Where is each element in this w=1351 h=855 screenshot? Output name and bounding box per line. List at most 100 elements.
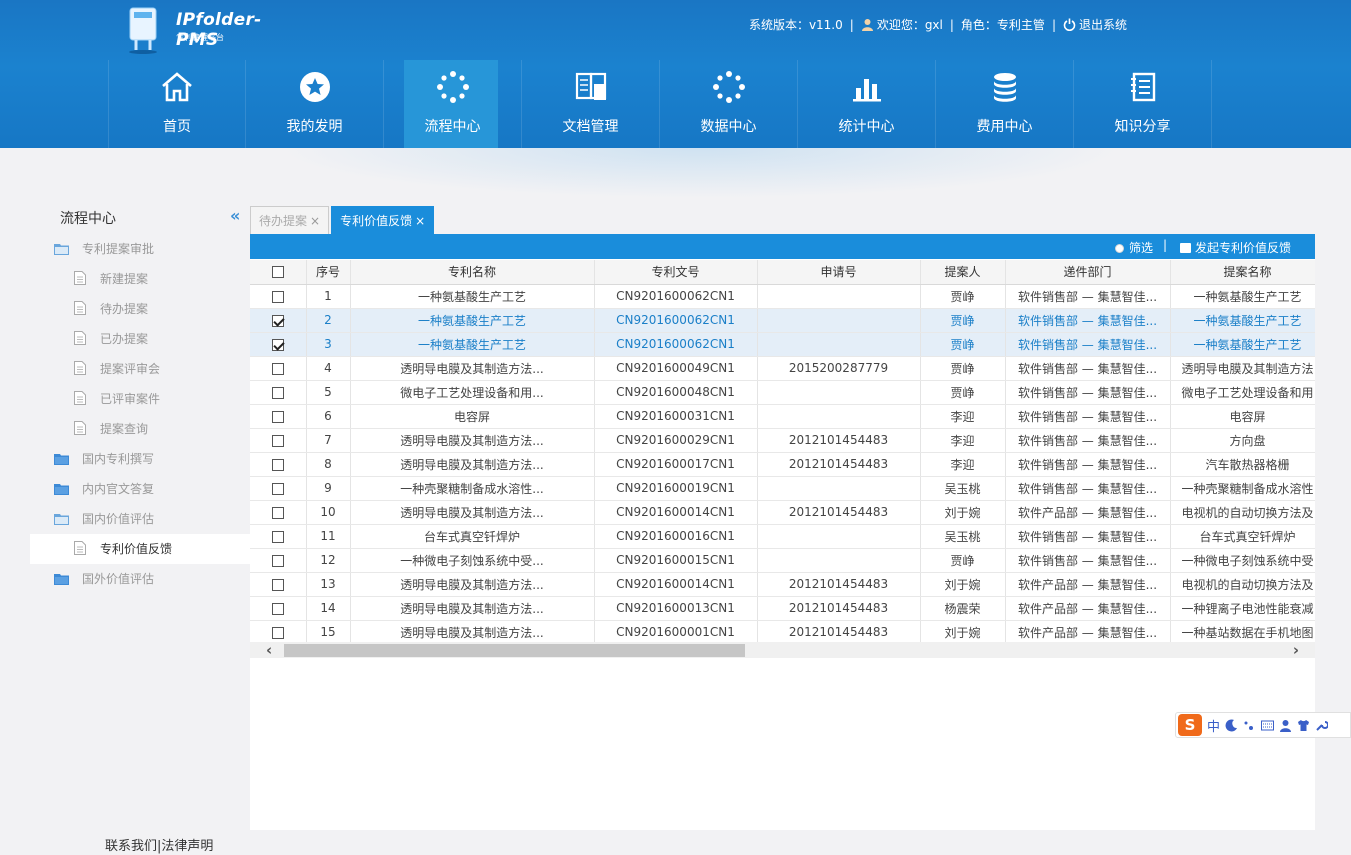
nav-home[interactable]: 首页 [108, 60, 246, 148]
ime-mode[interactable]: 中 [1207, 716, 1220, 735]
scroll-left-arrow[interactable]: ‹ [266, 641, 272, 659]
nav-document-management[interactable]: 文档管理 [522, 60, 660, 148]
punctuation-icon[interactable] [1243, 719, 1256, 732]
row-checkbox[interactable] [271, 338, 284, 351]
column-header[interactable]: 申请号 [757, 260, 921, 285]
column-header[interactable]: 提案名称 [1170, 260, 1315, 285]
table-row[interactable]: 15 透明导电膜及其制造方法... CN9201600001CN1 201210145… [250, 620, 1315, 645]
select-all-checkbox[interactable] [271, 266, 284, 279]
row-checkbox[interactable] [271, 386, 284, 399]
nav-my-inventions[interactable]: 我的发明 [246, 60, 384, 148]
sidebar-item[interactable]: 国内价值评估 [30, 504, 250, 534]
row-select-cell[interactable] [250, 596, 307, 621]
user-icon[interactable] [1279, 719, 1292, 732]
row-checkbox[interactable] [271, 482, 284, 495]
table-row[interactable]: 10 透明导电膜及其制造方法... CN9201600014CN1 201210145… [250, 500, 1315, 525]
row-select-cell[interactable] [250, 572, 307, 597]
logout-link[interactable]: 退出系统 [1079, 16, 1127, 33]
row-checkbox[interactable] [271, 578, 284, 591]
close-icon[interactable]: × [415, 214, 425, 228]
column-header[interactable]: 递件部门 [1005, 260, 1171, 285]
row-select-cell[interactable] [250, 476, 307, 501]
row-checkbox[interactable] [271, 458, 284, 471]
table-row[interactable]: 14 透明导电膜及其制造方法... CN9201600013CN1 201210145… [250, 596, 1315, 621]
row-select-cell[interactable] [250, 500, 307, 525]
table-row[interactable]: 5 微电子工艺处理设备和用... CN9201600048CN1 贾峥 软件销售部 — … [250, 380, 1315, 405]
row-checkbox[interactable] [271, 314, 284, 327]
row-checkbox[interactable] [271, 626, 284, 639]
tab-pending-proposals[interactable]: 待办提案 × [250, 206, 330, 234]
collapse-sidebar-button[interactable]: « [230, 206, 240, 225]
table-row[interactable]: 12 一种微电子刻蚀系统中受... CN9201600015CN1 贾峥 软件销售部 —… [250, 548, 1315, 573]
table-row[interactable]: 4 透明导电膜及其制造方法... CN9201600049CN1 2015200287… [250, 356, 1315, 381]
nav-process-center[interactable]: 流程中心 [384, 60, 522, 148]
sidebar-item[interactable]: 待办提案 [30, 294, 250, 324]
table-row[interactable]: 3 一种氨基酸生产工艺 CN9201600062CN1 贾峥 软件销售部 — 集慧智佳.… [250, 332, 1315, 357]
row-checkbox[interactable] [271, 290, 284, 303]
logo[interactable]: IPfolder-PMS 专利管理平台 [118, 2, 288, 58]
sidebar-item[interactable]: 提案查询 [30, 414, 250, 444]
sidebar-item[interactable]: 提案评审会 [30, 354, 250, 384]
keyboard-icon[interactable] [1261, 719, 1275, 732]
table-row[interactable]: 2 一种氨基酸生产工艺 CN9201600062CN1 贾峥 软件销售部 — 集慧智佳.… [250, 308, 1315, 333]
sidebar-item[interactable]: 国内专利撰写 [30, 444, 250, 474]
table-row[interactable]: 8 透明导电膜及其制造方法... CN9201600017CN1 2012101454… [250, 452, 1315, 477]
row-checkbox[interactable] [271, 530, 284, 543]
sidebar-item[interactable]: 新建提案 [30, 264, 250, 294]
sidebar-item[interactable]: 国外价值评估 [30, 564, 250, 594]
nav-fee-center[interactable]: 费用中心 [936, 60, 1074, 148]
select-all-header[interactable] [250, 260, 307, 285]
column-header[interactable]: 序号 [306, 260, 351, 285]
nav-statistics-center[interactable]: 统计中心 [798, 60, 936, 148]
moon-icon[interactable] [1225, 718, 1238, 732]
tab-patent-value-feedback[interactable]: 专利价值反馈 × [331, 206, 435, 234]
sidebar-item[interactable]: 内内官文答复 [30, 474, 250, 504]
table-row[interactable]: 13 透明导电膜及其制造方法... CN9201600014CN1 201210145… [250, 572, 1315, 597]
row-checkbox[interactable] [271, 506, 284, 519]
wrench-icon[interactable] [1315, 719, 1329, 732]
table-row[interactable]: 7 透明导电膜及其制造方法... CN9201600029CN1 2012101454… [250, 428, 1315, 453]
send-feedback-button[interactable]: 发起专利价值反馈 [1179, 239, 1291, 256]
column-header[interactable]: 专利名称 [350, 260, 595, 285]
sidebar-item[interactable]: 已评审案件 [30, 384, 250, 414]
row-select-cell[interactable] [250, 428, 307, 453]
table-row[interactable]: 11 台车式真空钎焊炉 CN9201600016CN1 吴玉桃 软件销售部 — 集慧智佳… [250, 524, 1315, 549]
row-select-cell[interactable] [250, 380, 307, 405]
row-select-cell[interactable] [250, 620, 307, 645]
row-checkbox[interactable] [271, 602, 284, 615]
document-icon [74, 331, 86, 345]
column-header[interactable]: 提案人 [920, 260, 1006, 285]
sidebar-item-label: 已办提案 [100, 332, 149, 346]
scrollbar-thumb[interactable] [284, 644, 745, 657]
row-select-cell[interactable] [250, 332, 307, 357]
row-checkbox[interactable] [271, 410, 284, 423]
scroll-right-arrow[interactable]: › [1293, 641, 1299, 659]
sidebar-item-label: 提案查询 [100, 422, 149, 436]
row-select-cell[interactable] [250, 452, 307, 477]
table-row[interactable]: 1 一种氨基酸生产工艺 CN9201600062CN1 贾峥 软件销售部 — 集慧智佳.… [250, 284, 1315, 309]
row-checkbox[interactable] [271, 362, 284, 375]
table-row[interactable]: 9 一种壳聚糖制备成水溶性... CN9201600019CN1 吴玉桃 软件销售部 —… [250, 476, 1315, 501]
footer-links[interactable]: 联系我们|法律声明 [105, 835, 213, 854]
row-checkbox[interactable] [271, 434, 284, 447]
ime-toolbar[interactable]: S 中 [1175, 712, 1351, 738]
sidebar-item[interactable]: 已办提案 [30, 324, 250, 354]
close-icon[interactable]: × [310, 214, 320, 228]
row-select-cell[interactable] [250, 308, 307, 333]
nav-data-center[interactable]: 数据中心 [660, 60, 798, 148]
row-select-cell[interactable] [250, 284, 307, 309]
row-select-cell[interactable] [250, 524, 307, 549]
row-checkbox[interactable] [271, 554, 284, 567]
table-row[interactable]: 6 电容屏 CN9201600031CN1 李迎 软件销售部 — 集慧智佳... 电容屏 [250, 404, 1315, 429]
row-select-cell[interactable] [250, 356, 307, 381]
row-select-cell[interactable] [250, 548, 307, 573]
row-select-cell[interactable] [250, 404, 307, 429]
sidebar-item[interactable]: 专利提案审批 [30, 234, 250, 264]
shirt-icon[interactable] [1297, 719, 1310, 732]
content-panel: 筛选 | 发起专利价值反馈 序号 专利名称 专利文号 申请号 提案人 递件部门 … [250, 234, 1315, 830]
filter-button[interactable]: 筛选 [1114, 239, 1153, 256]
sidebar-item[interactable]: 专利价值反馈 [30, 534, 250, 564]
column-header[interactable]: 专利文号 [594, 260, 758, 285]
nav-knowledge-sharing[interactable]: 知识分享 [1074, 60, 1212, 148]
horizontal-scrollbar[interactable]: ‹ › [250, 641, 1315, 659]
